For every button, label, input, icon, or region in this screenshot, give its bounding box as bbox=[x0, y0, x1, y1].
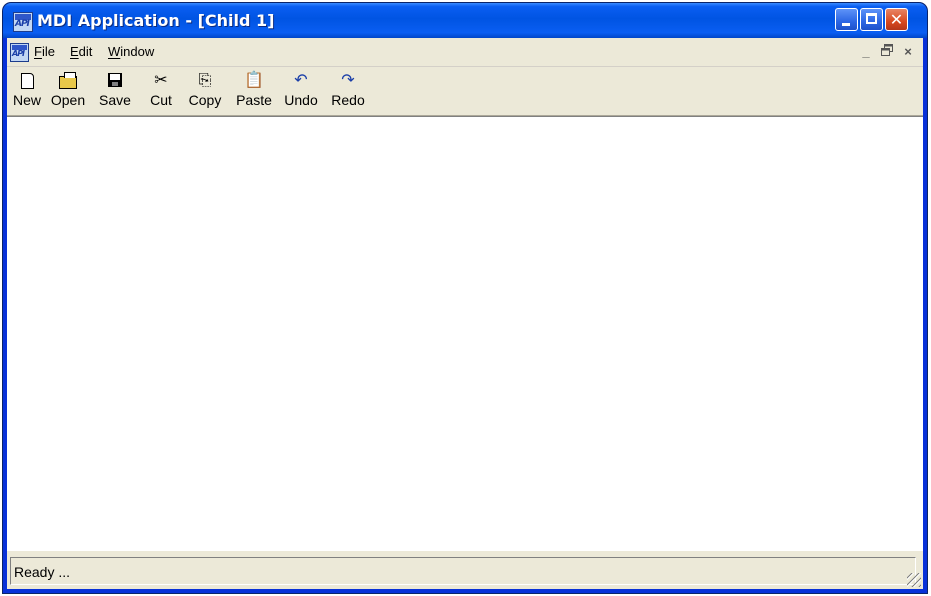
status-text: Ready ... bbox=[10, 557, 916, 585]
copy-icon: ⎘ bbox=[198, 70, 212, 89]
menu-file-label: ile bbox=[41, 44, 55, 59]
maximize-icon bbox=[866, 13, 877, 24]
new-button[interactable]: New bbox=[9, 69, 45, 113]
client-area: API File Edit Window _ × New Open Save ✂… bbox=[7, 38, 923, 589]
menu-edit-label: dit bbox=[78, 44, 93, 59]
resize-grip-icon[interactable] bbox=[907, 573, 921, 587]
menu-bar: API File Edit Window _ × bbox=[7, 38, 923, 67]
menu-window-mnemonic: W bbox=[108, 44, 121, 59]
menu-file-mnemonic: F bbox=[34, 44, 42, 59]
menu-edit-mnemonic: E bbox=[70, 44, 79, 59]
child-minimize-button[interactable]: _ bbox=[856, 44, 876, 60]
close-button[interactable]: ✕ bbox=[885, 8, 908, 31]
window-title: MDI Application - [Child 1] bbox=[37, 11, 275, 30]
app-window: API MDI Application - [Child 1] ✕ API Fi… bbox=[3, 3, 927, 593]
paste-button-label: Paste bbox=[236, 92, 272, 108]
status-bar: Ready ... bbox=[7, 551, 923, 589]
copy-button[interactable]: ⎘ Copy bbox=[183, 69, 227, 113]
undo-button-label: Undo bbox=[284, 92, 318, 108]
restore-icon bbox=[881, 44, 893, 56]
save-disk-icon bbox=[108, 73, 122, 87]
save-button-label: Save bbox=[99, 92, 131, 108]
maximize-button[interactable] bbox=[860, 8, 883, 31]
redo-button[interactable]: ↷ Redo bbox=[325, 69, 371, 113]
open-button[interactable]: Open bbox=[46, 69, 90, 113]
minimize-icon bbox=[842, 23, 850, 26]
paste-icon: 📋 bbox=[244, 70, 264, 89]
save-button[interactable]: Save bbox=[93, 69, 137, 113]
menu-edit[interactable]: Edit bbox=[70, 44, 92, 59]
child-close-button[interactable]: × bbox=[898, 44, 918, 60]
child-window-icon[interactable]: API bbox=[10, 43, 29, 62]
undo-button[interactable]: ↶ Undo bbox=[278, 69, 324, 113]
copy-button-label: Copy bbox=[188, 92, 222, 108]
paste-button[interactable]: 📋 Paste bbox=[230, 69, 278, 113]
scissors-icon: ✂ bbox=[154, 70, 168, 89]
cut-button[interactable]: ✂ Cut bbox=[144, 69, 178, 113]
cut-button-label: Cut bbox=[150, 92, 172, 108]
menu-file[interactable]: File bbox=[34, 44, 55, 59]
close-icon: ✕ bbox=[889, 10, 904, 29]
new-button-label: New bbox=[12, 92, 41, 108]
menu-window-label: indow bbox=[120, 44, 155, 59]
redo-button-label: Redo bbox=[331, 92, 365, 108]
toolbar: New Open Save ✂ Cut ⎘ Copy 📋 Paste ↶ Und… bbox=[7, 67, 923, 116]
open-button-label: Open bbox=[50, 92, 86, 108]
child-restore-button[interactable] bbox=[877, 44, 897, 60]
open-folder-icon bbox=[59, 72, 77, 89]
new-document-icon bbox=[20, 73, 34, 89]
minimize-button[interactable] bbox=[835, 8, 858, 31]
document-area[interactable] bbox=[7, 116, 923, 551]
title-bar[interactable]: API MDI Application - [Child 1] ✕ bbox=[3, 3, 927, 38]
undo-icon: ↶ bbox=[294, 70, 308, 89]
menu-window[interactable]: Window bbox=[108, 44, 154, 59]
app-icon[interactable]: API bbox=[13, 12, 33, 32]
redo-icon: ↷ bbox=[341, 70, 355, 89]
